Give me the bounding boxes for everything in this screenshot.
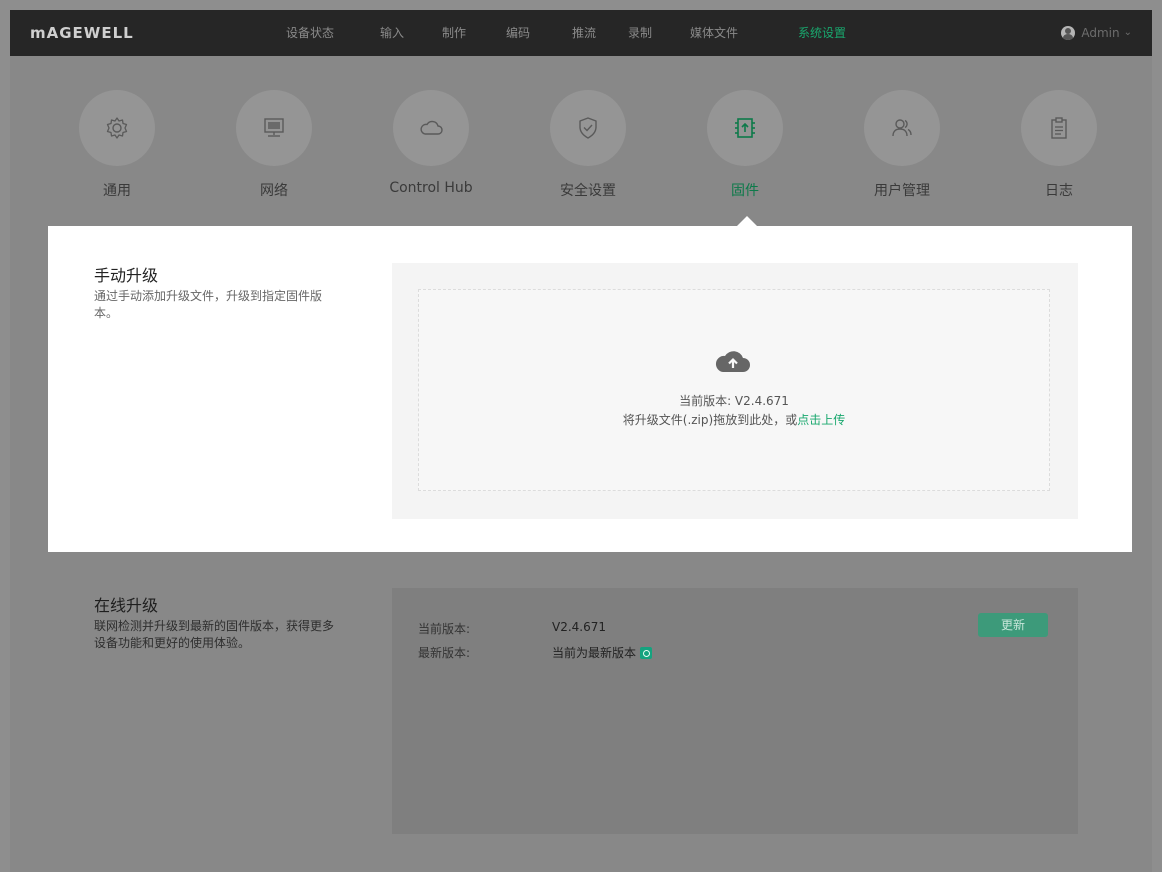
category-general-label: 通用 bbox=[103, 183, 131, 199]
update-button[interactable]: 更新 bbox=[978, 613, 1048, 637]
category-network-label: 网络 bbox=[260, 183, 288, 199]
app-frame: mAGEWELL 设备状态 输入 制作 编码 推流 录制 媒体文件 系统设置 A… bbox=[10, 10, 1152, 872]
category-general[interactable]: 通用 bbox=[57, 90, 177, 200]
user-avatar-icon bbox=[1061, 26, 1076, 40]
cloud-icon bbox=[420, 120, 443, 135]
category-network-circle bbox=[236, 90, 312, 166]
nav-input[interactable]: 输入 bbox=[380, 10, 442, 56]
nav-recording[interactable]: 录制 bbox=[628, 10, 690, 56]
nav-media-files[interactable]: 媒体文件 bbox=[690, 10, 798, 56]
nav-encoding[interactable]: 编码 bbox=[506, 10, 572, 56]
nav-system-settings[interactable]: 系统设置 bbox=[798, 10, 868, 56]
nav-streaming[interactable]: 推流 bbox=[572, 10, 628, 56]
users-icon bbox=[892, 119, 912, 137]
category-user-management-circle bbox=[864, 90, 940, 166]
nav-production[interactable]: 制作 bbox=[442, 10, 506, 56]
latest-version-label: 最新版本: bbox=[418, 646, 471, 660]
current-version-value: V2.4.671 bbox=[552, 620, 607, 634]
upload-current-version: 当前版本: V2.4.671 bbox=[679, 394, 789, 408]
brand-logo[interactable]: mAGEWELL bbox=[30, 10, 134, 56]
upload-hint: 将升级文件(.zip)拖放到此处，或点击上传 bbox=[419, 411, 1049, 428]
click-upload-link[interactable]: 点击上传 bbox=[797, 413, 845, 427]
main-nav: 设备状态 输入 制作 编码 推流 录制 媒体文件 系统设置 bbox=[286, 10, 868, 56]
latest-version-value: 当前为最新版本 bbox=[552, 646, 637, 660]
manual-upgrade-title: 手动升级 bbox=[94, 266, 159, 285]
category-log[interactable]: 日志 bbox=[999, 90, 1119, 200]
category-firmware-label: 固件 bbox=[731, 183, 759, 199]
category-firmware-circle bbox=[707, 90, 783, 166]
online-upgrade-title: 在线升级 bbox=[94, 596, 159, 615]
category-network[interactable]: 网络 bbox=[214, 90, 334, 200]
category-firmware[interactable]: 固件 bbox=[685, 90, 805, 200]
category-log-label: 日志 bbox=[1045, 183, 1073, 199]
category-security[interactable]: 安全设置 bbox=[528, 90, 648, 200]
gear-icon bbox=[106, 117, 128, 139]
current-version-label: 当前版本: bbox=[418, 622, 471, 636]
shield-icon bbox=[579, 117, 597, 139]
category-control-hub[interactable]: Control Hub bbox=[371, 90, 491, 196]
monitor-icon bbox=[264, 118, 284, 137]
user-name: Admin bbox=[1081, 26, 1120, 40]
manual-upgrade-panel: 手动升级 通过手动添加升级文件，升级到指定固件版本。 当前版本: V2.4.67… bbox=[48, 226, 1132, 552]
online-upgrade-panel: 在线升级 联网检测并升级到最新的固件版本，获得更多设备功能和更好的使用体验。 当… bbox=[48, 552, 1132, 872]
online-upgrade-description: 联网检测并升级到最新的固件版本，获得更多设备功能和更好的使用体验。 bbox=[94, 619, 335, 650]
manual-upgrade-description: 通过手动添加升级文件，升级到指定固件版本。 bbox=[94, 289, 323, 320]
user-menu[interactable]: Admin ⌄ bbox=[1061, 10, 1132, 56]
firmware-upload-icon bbox=[735, 118, 755, 138]
category-security-circle bbox=[550, 90, 626, 166]
category-security-label: 安全设置 bbox=[560, 183, 616, 199]
cloud-upload-icon bbox=[715, 351, 750, 372]
check-icon bbox=[640, 647, 653, 659]
nav-device-status[interactable]: 设备状态 bbox=[286, 10, 380, 56]
upload-hint-text: 将升级文件(.zip)拖放到此处，或 bbox=[622, 413, 798, 427]
category-log-circle bbox=[1021, 90, 1097, 166]
top-navigation-bar: mAGEWELL 设备状态 输入 制作 编码 推流 录制 媒体文件 系统设置 A… bbox=[10, 10, 1152, 56]
settings-categories: 通用 网络 Control Hub 安全设置 固件 用户管理 日志 bbox=[10, 56, 1152, 226]
category-user-management-label: 用户管理 bbox=[874, 183, 930, 199]
clipboard-icon bbox=[1051, 117, 1067, 139]
chevron-down-icon: ⌄ bbox=[1123, 27, 1132, 38]
category-control-hub-label: Control Hub bbox=[389, 180, 473, 196]
category-user-management[interactable]: 用户管理 bbox=[842, 90, 962, 200]
online-upgrade-box: 当前版本: V2.4.671 最新版本: 当前为最新版本 更新 bbox=[392, 588, 1078, 834]
upload-area-container: 当前版本: V2.4.671 将升级文件(.zip)拖放到此处，或点击上传 bbox=[392, 263, 1078, 519]
latest-version-status: 当前为最新版本 bbox=[552, 644, 653, 661]
firmware-dropzone[interactable]: 当前版本: V2.4.671 将升级文件(.zip)拖放到此处，或点击上传 bbox=[418, 289, 1050, 491]
category-general-circle bbox=[79, 90, 155, 166]
category-control-hub-circle bbox=[393, 90, 469, 166]
